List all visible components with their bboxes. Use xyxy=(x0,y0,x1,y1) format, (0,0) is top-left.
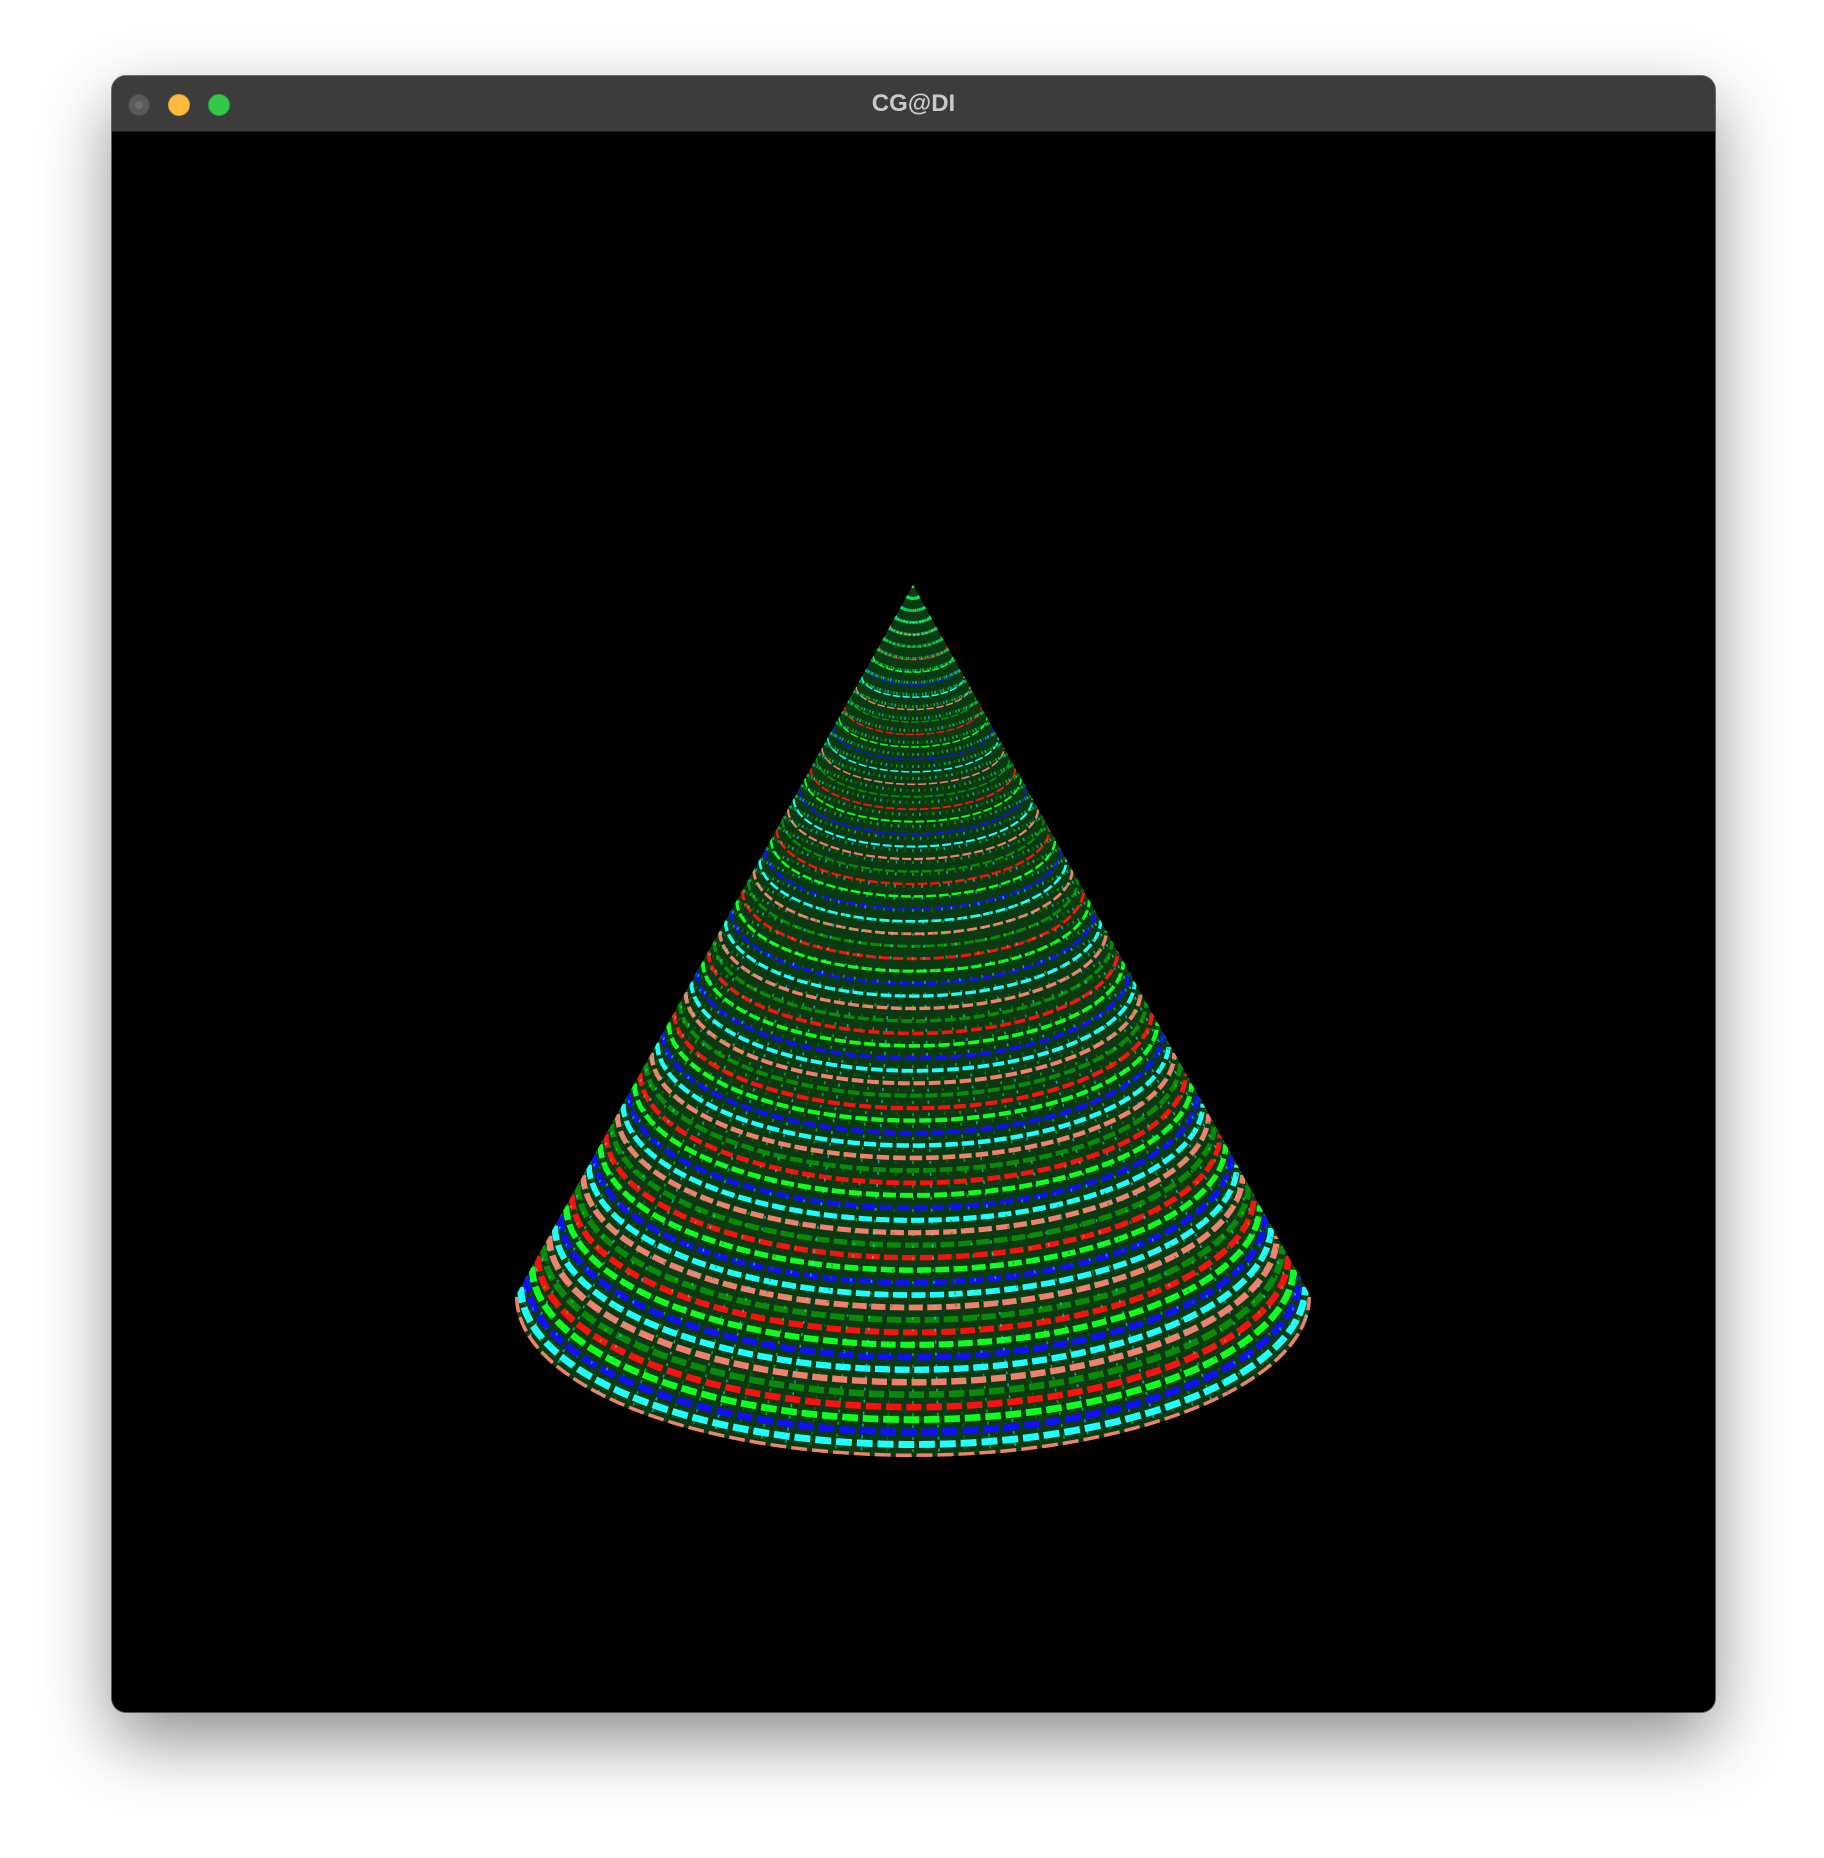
render-viewport[interactable] xyxy=(112,132,1715,1712)
cone-surface xyxy=(515,585,1311,1457)
cone-render xyxy=(112,132,1715,1712)
window-title: CG@DI xyxy=(871,90,956,117)
title-bar[interactable]: CG@DI xyxy=(112,76,1715,132)
cone-base-fill xyxy=(515,585,1311,1457)
app-window: CG@DI xyxy=(112,76,1715,1712)
